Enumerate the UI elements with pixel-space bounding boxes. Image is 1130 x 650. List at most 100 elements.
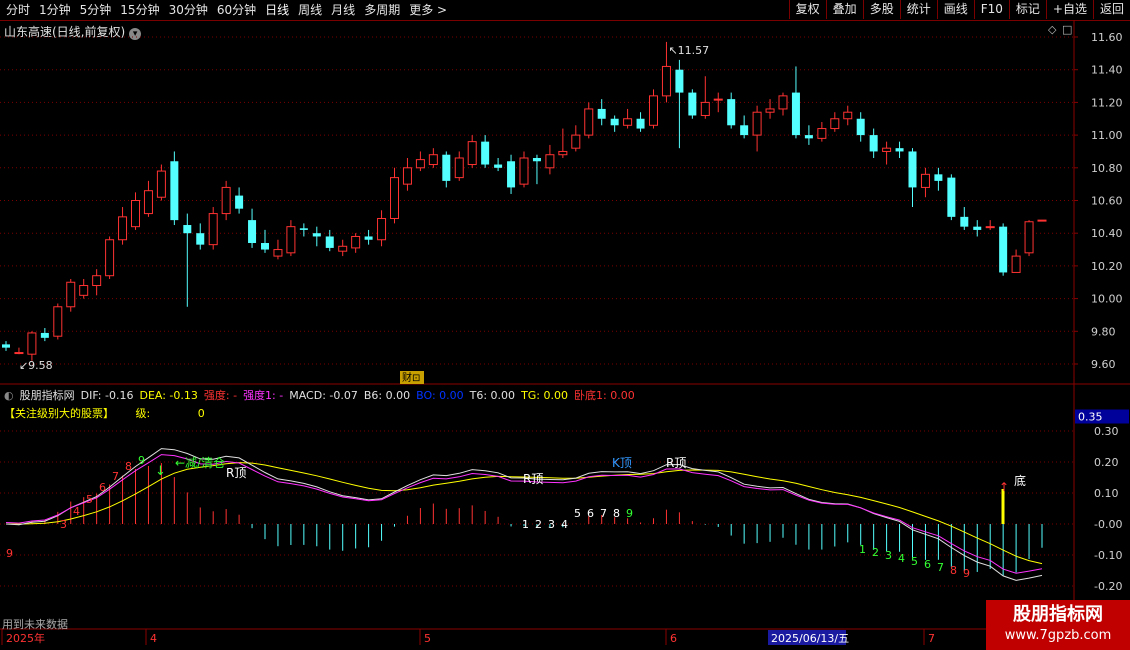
indicator-value-4: MACD: -0.07 xyxy=(289,389,358,402)
indicator-toggle-icon[interactable]: ◐ xyxy=(4,389,14,402)
count-top-5: 8 xyxy=(125,460,132,473)
r-top-signal-2: R顶 xyxy=(523,472,543,486)
candle-body-down xyxy=(947,177,956,217)
candle-body-down xyxy=(299,228,308,230)
candle-body-up xyxy=(1024,221,1034,254)
candle-body-down xyxy=(960,216,969,227)
k-top-signal: K顶 xyxy=(612,456,632,470)
candle-body-up xyxy=(661,65,671,97)
candle-body-up xyxy=(105,239,115,277)
count-mid-7: 8 xyxy=(613,507,620,520)
candle-body-down xyxy=(610,118,619,126)
future-data-note: 用到未来数据 xyxy=(2,618,68,631)
candle-body-up xyxy=(156,170,166,198)
candle-body-down xyxy=(248,220,257,244)
focus-label: 【关注级别大的股票】 xyxy=(4,407,114,420)
indicator-name[interactable]: 股朋指标网 xyxy=(20,389,75,402)
candle-body-down xyxy=(235,195,244,209)
candle-body-down xyxy=(934,174,943,181)
candle-body-down xyxy=(688,92,697,116)
candle-body-down xyxy=(325,236,334,248)
candle-body-up xyxy=(545,154,555,169)
chart-canvas[interactable]: ◇ □ ↖11.57↙9.58财⊡ 11.6011.4011.2011.0010.… xyxy=(0,0,1130,650)
candle-body-down xyxy=(261,243,269,250)
indicator-tick-label: -0.10 xyxy=(1094,549,1122,562)
r-top-signal-3: R顶 xyxy=(666,456,686,470)
candle-body-up xyxy=(920,173,930,188)
count-mid-2: 3 xyxy=(548,518,555,531)
candle-body-down xyxy=(804,135,813,139)
level-key: 级: xyxy=(135,407,151,420)
indicator-value-1: DEA: -0.13 xyxy=(139,389,198,402)
count-top-2: 5 xyxy=(86,493,93,506)
candle-body-up xyxy=(131,200,140,228)
watermark-title: 股朋指标网 xyxy=(1013,604,1103,625)
candle-body-up xyxy=(27,332,37,355)
watermark: 股朋指标网 www.7gpzb.com xyxy=(986,600,1130,650)
price-tick-label: 11.20 xyxy=(1091,96,1123,109)
indicator-value-8: TG: 0.00 xyxy=(521,389,569,402)
count-low-0: 1 xyxy=(859,543,866,556)
count-top-1: 4 xyxy=(73,505,80,518)
candle-body-down xyxy=(312,233,321,237)
low-marker: ↙9.58 xyxy=(19,359,53,372)
candle-body-up xyxy=(1011,255,1021,273)
candle-body-down xyxy=(170,161,179,221)
count-mid-3: 4 xyxy=(561,518,568,531)
candle-body-up xyxy=(79,285,89,296)
candle-body-up xyxy=(778,95,788,110)
candle-body-down xyxy=(727,99,736,126)
candle-body-up xyxy=(377,217,387,241)
candle-body-up xyxy=(649,95,658,126)
candle-body-down xyxy=(481,141,490,165)
candle-body-down xyxy=(895,148,904,152)
date-label-4: 7 xyxy=(928,632,935,645)
count-top-3: 6 xyxy=(99,481,106,494)
indicator-value-3: 强度1: - xyxy=(243,389,284,402)
finance-badge-label: 财⊡ xyxy=(402,371,420,384)
candle-body-down xyxy=(196,233,205,245)
indicator-line2: 【关注级别大的股票】 级: 0 xyxy=(4,405,205,421)
high-marker: ↖11.57 xyxy=(668,44,709,57)
count-low-7: 8 xyxy=(950,564,957,577)
candle-body-down xyxy=(364,236,373,240)
level-value: 0 xyxy=(197,407,205,420)
indicator-value-2: 强度: - xyxy=(203,389,238,402)
r-top-signal-1: R顶 xyxy=(226,466,246,480)
candle-body-up xyxy=(338,245,348,252)
candle-body-down xyxy=(597,108,606,119)
candle-body-up xyxy=(817,128,827,139)
candle-body-up xyxy=(415,159,425,169)
count-mid-4: 5 xyxy=(574,507,581,520)
square-icon[interactable]: □ xyxy=(1062,23,1072,36)
indicator-tick-label: -0.00 xyxy=(1094,518,1122,531)
candle-body-up xyxy=(14,352,24,355)
indicator-current-value: 0.35 xyxy=(1078,411,1103,424)
candle-body-down xyxy=(869,135,878,152)
count-mid-0: 1 xyxy=(522,518,529,531)
price-tick-label: 11.60 xyxy=(1091,31,1123,44)
arrow-up-icon: ↑ xyxy=(999,480,1009,494)
candle-body-up xyxy=(584,108,594,136)
count-mid-1: 2 xyxy=(535,518,542,531)
price-tick-label: 11.40 xyxy=(1091,64,1123,77)
candle-body-up xyxy=(208,213,218,246)
candle-body-up xyxy=(143,190,153,215)
candle-body-down xyxy=(973,226,982,230)
candle-body-up xyxy=(92,275,102,287)
diamond-icon[interactable]: ◇ xyxy=(1048,23,1057,36)
count-low-1: 2 xyxy=(872,546,879,559)
reduce-signal: ←减/清仓 xyxy=(175,456,225,470)
candle-body-down xyxy=(675,69,684,93)
watermark-url: www.7gpzb.com xyxy=(1004,628,1112,643)
candle-body-down xyxy=(494,164,503,168)
count-mid-8: 9 xyxy=(626,507,633,520)
indicator-tick-label: 0.30 xyxy=(1094,425,1119,438)
price-tick-label: 9.60 xyxy=(1091,358,1116,371)
candle-body-up xyxy=(273,249,283,257)
candle-body-up xyxy=(700,101,710,116)
date-label-3: 6 xyxy=(670,632,677,645)
indicator-tick-label: 0.20 xyxy=(1094,456,1119,469)
count-low-6: 7 xyxy=(937,561,944,574)
candle-body-up xyxy=(830,118,840,130)
